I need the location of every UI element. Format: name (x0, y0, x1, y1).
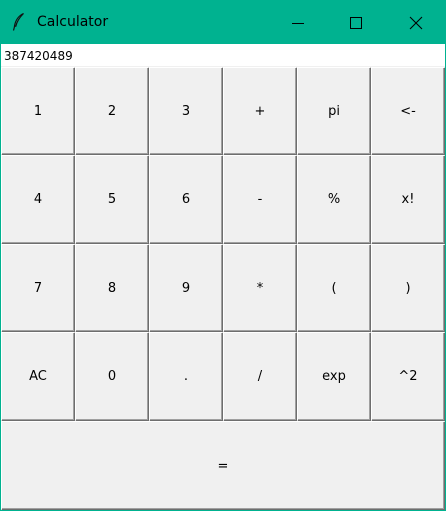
key-1[interactable]: 1 (1, 67, 76, 156)
key-close-paren[interactable]: ) (371, 244, 445, 333)
display-field[interactable] (1, 44, 445, 66)
key-9[interactable]: 9 (149, 244, 224, 333)
key-8[interactable]: 8 (75, 244, 150, 333)
key-factorial[interactable]: x! (371, 155, 445, 245)
close-button[interactable] (387, 1, 445, 44)
key-square[interactable]: ^2 (371, 332, 445, 422)
window-title: Calculator (37, 14, 109, 30)
minimize-icon (292, 22, 304, 24)
key-equals[interactable]: = (1, 421, 445, 510)
maximize-icon (350, 16, 362, 29)
key-multiply[interactable]: * (223, 244, 298, 333)
key-7[interactable]: 7 (1, 244, 76, 333)
maximize-button[interactable] (327, 1, 385, 44)
key-plus[interactable]: + (223, 67, 298, 156)
key-0[interactable]: 0 (75, 332, 150, 422)
feather-icon (11, 12, 27, 32)
calculator-window: Calculator 1 2 3 + pi <- 4 5 6 (0, 0, 446, 511)
close-icon (409, 16, 423, 29)
key-minus[interactable]: - (223, 155, 298, 245)
key-4[interactable]: 4 (1, 155, 76, 245)
key-pi[interactable]: pi (297, 67, 372, 156)
key-exp[interactable]: exp (297, 332, 372, 422)
key-3[interactable]: 3 (149, 67, 224, 156)
key-2[interactable]: 2 (75, 67, 150, 156)
key-decimal[interactable]: . (149, 332, 224, 422)
key-backspace[interactable]: <- (371, 67, 445, 156)
key-divide[interactable]: / (223, 332, 298, 422)
title-bar[interactable]: Calculator (1, 1, 445, 44)
key-percent[interactable]: % (297, 155, 372, 245)
key-5[interactable]: 5 (75, 155, 150, 245)
keypad: 1 2 3 + pi <- 4 5 6 - % x! 7 8 9 * ( ) A… (1, 67, 445, 510)
minimize-button[interactable] (269, 1, 327, 44)
key-6[interactable]: 6 (149, 155, 224, 245)
key-open-paren[interactable]: ( (297, 244, 372, 333)
key-clear[interactable]: AC (1, 332, 76, 422)
